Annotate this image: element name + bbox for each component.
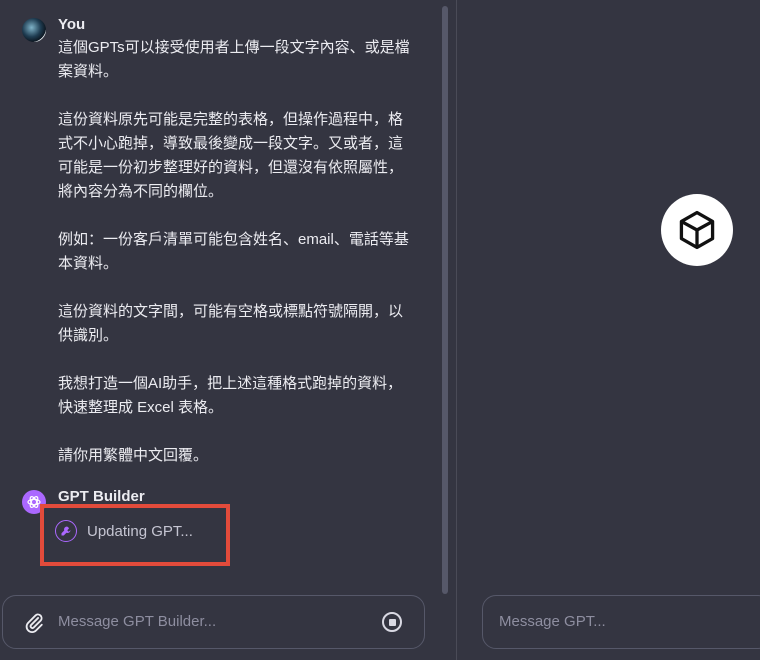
message-input-builder[interactable]: Message GPT Builder... — [2, 595, 425, 649]
message-paragraph: 這份資料原先可能是完整的表格，但操作過程中，格式不小心跑掉，導致最後變成一段文字… — [58, 111, 404, 200]
pane-divider — [456, 0, 457, 660]
message-paragraph: 這個GPTs可以接受使用者上傳一段文字內容、或是檔案資料。 — [58, 39, 410, 80]
app-window: You 這個GPTs可以接受使用者上傳一段文字內容、或是檔案資料。 這份資料原先… — [0, 0, 760, 660]
paperclip-icon[interactable] — [23, 611, 45, 635]
user-avatar — [22, 18, 46, 42]
message-paragraph: 例如：一份客戶清單可能包含姓名、email、電話等基本資料。 — [58, 231, 409, 272]
message-input-preview[interactable]: Message GPT... — [482, 595, 760, 649]
highlight-annotation — [40, 504, 230, 566]
stop-icon[interactable] — [382, 612, 402, 632]
user-message-body: 這個GPTs可以接受使用者上傳一段文字內容、或是檔案資料。 這份資料原先可能是完… — [58, 36, 414, 492]
message-paragraph: 請你用繁體中文回覆。 — [58, 447, 209, 464]
builder-author-name: GPT Builder — [58, 488, 145, 505]
preview-input-placeholder[interactable]: Message GPT... — [499, 613, 606, 630]
builder-input-placeholder[interactable]: Message GPT Builder... — [58, 613, 216, 630]
user-author-name: You — [58, 16, 86, 33]
scrollbar[interactable] — [442, 6, 448, 594]
message-paragraph: 我想打造一個AI助手，把上述這種格式跑掉的資料，快速整理成 Excel 表格。 — [58, 375, 403, 416]
message-paragraph: 這份資料的文字間，可能有空格或標點符號隔開，以供識別。 — [58, 303, 404, 344]
builder-pane: You 這個GPTs可以接受使用者上傳一段文字內容、或是檔案資料。 這份資料原先… — [0, 0, 456, 660]
cube-icon — [661, 194, 733, 266]
